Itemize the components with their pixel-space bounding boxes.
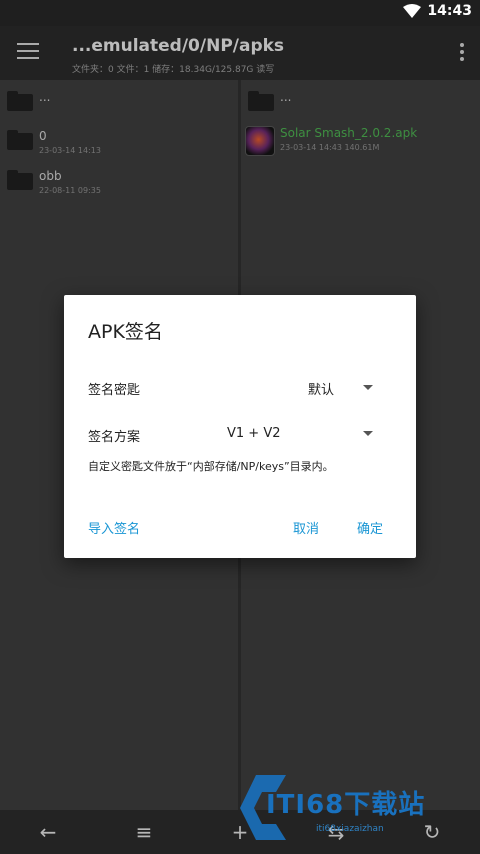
import-signature-button[interactable]: 导入签名 xyxy=(88,518,140,537)
keys-location-note: 自定义密匙文件放于“内部存储/NP/keys”目录内。 xyxy=(88,460,334,473)
sign-scheme-select[interactable]: V1 + V2 xyxy=(227,426,281,441)
chevron-down-icon[interactable] xyxy=(363,385,373,390)
sign-key-select[interactable]: 默认 xyxy=(308,379,334,398)
confirm-button[interactable]: 确定 xyxy=(357,518,383,537)
sign-key-label: 签名密匙 xyxy=(88,383,141,398)
apk-sign-dialog: APK签名 签名密匙 默认 签名方案 V1 + V2 自定义密匙文件放于“内部存… xyxy=(64,295,416,558)
cancel-button[interactable]: 取消 xyxy=(293,518,319,537)
status-bar: 14:43 xyxy=(0,0,480,26)
chevron-down-icon[interactable] xyxy=(363,431,373,436)
sign-scheme-label: 签名方案 xyxy=(88,430,141,445)
wifi-icon xyxy=(403,4,422,18)
clock: 14:43 xyxy=(427,3,472,19)
dialog-title: APK签名 xyxy=(88,321,163,343)
